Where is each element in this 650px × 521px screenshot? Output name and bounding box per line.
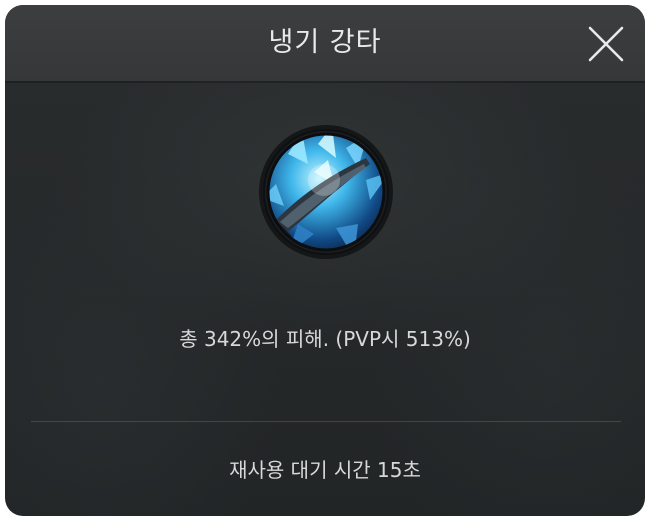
skill-icon — [258, 124, 394, 260]
skill-title: 냉기 강타 — [268, 27, 382, 58]
skill-tooltip-dialog: 냉기 강타 총 342%의 피해. (PVP시 513%) 재사용 대기 시간 … — [5, 5, 645, 516]
skill-damage-description: 총 342%의 피해. (PVP시 513%) — [179, 327, 471, 351]
dialog-header: 냉기 강타 — [5, 5, 645, 81]
divider — [31, 421, 621, 422]
close-icon — [588, 26, 624, 62]
close-button[interactable] — [587, 25, 625, 63]
skill-cooldown: 재사용 대기 시간 15초 — [229, 458, 421, 482]
frost-strike-skill-icon — [259, 125, 393, 259]
